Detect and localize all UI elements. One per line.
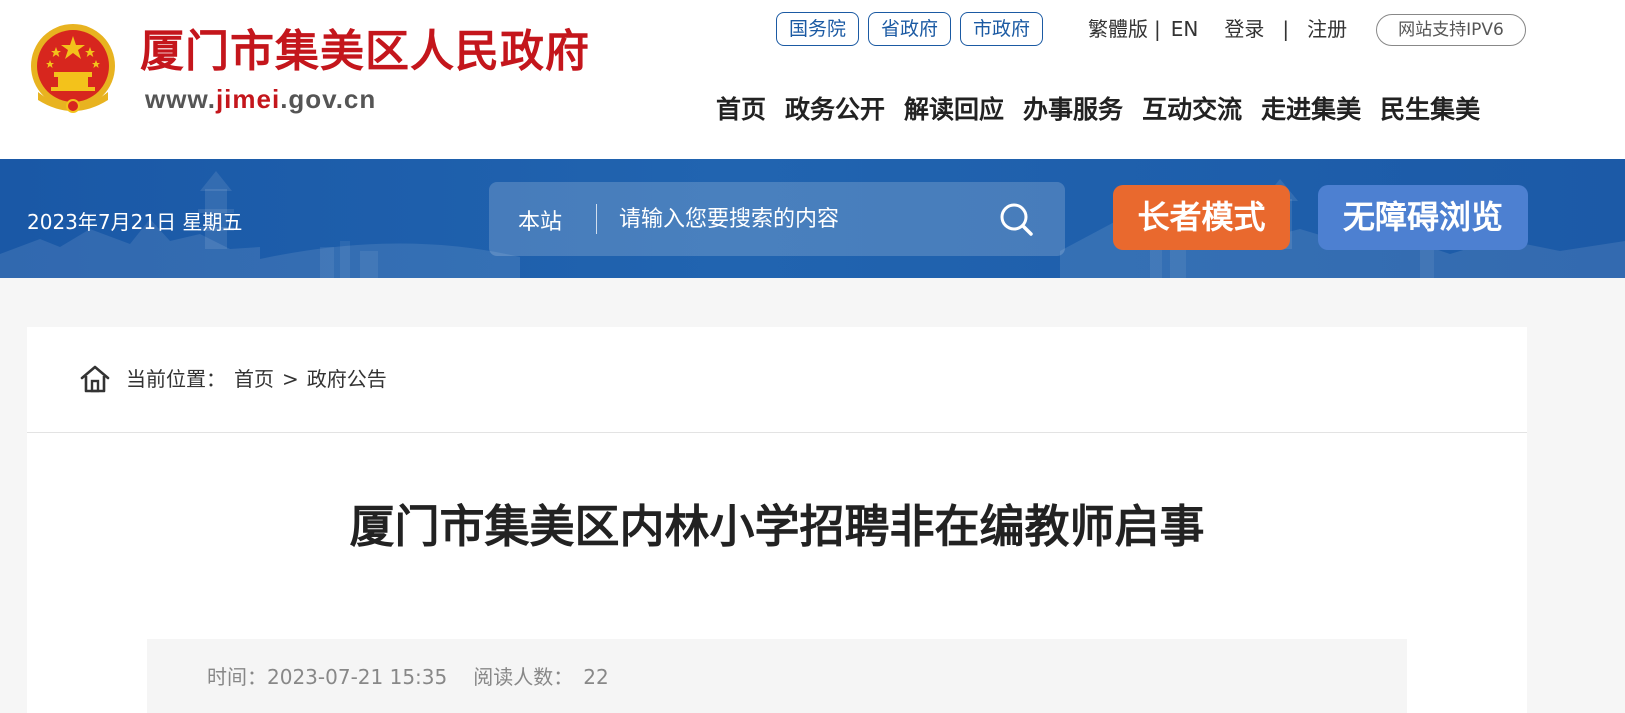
- link-login[interactable]: 登录: [1224, 17, 1264, 41]
- divider: |: [1282, 17, 1290, 41]
- main-nav: 首页 政务公开 解读回应 办事服务 互动交流 走进集美 民生集美: [716, 88, 1480, 132]
- divider: |: [1154, 17, 1161, 41]
- breadcrumb-text: 当前位置： 首页 > 政府公告: [126, 365, 387, 393]
- home-icon: [80, 365, 110, 393]
- publish-time: 2023-07-21 15:35: [267, 665, 448, 689]
- link-province-gov[interactable]: 省政府: [868, 12, 952, 46]
- nav-livelihood[interactable]: 民生集美: [1380, 88, 1480, 132]
- search-input[interactable]: [619, 196, 979, 242]
- nav-services[interactable]: 办事服务: [1023, 88, 1123, 132]
- site-url: www.jimei.gov.cn: [145, 84, 376, 115]
- link-city-gov[interactable]: 市政府: [960, 12, 1044, 46]
- nav-interpretation[interactable]: 解读回应: [904, 88, 1004, 132]
- search-divider: [596, 204, 597, 234]
- national-emblem-icon: [31, 24, 115, 113]
- elder-mode-button[interactable]: 长者模式: [1113, 185, 1290, 250]
- gov-links: 国务院 省政府 市政府: [776, 12, 1044, 46]
- site-url-suffix: .gov.cn: [280, 84, 377, 114]
- nav-gov-affairs[interactable]: 政务公开: [785, 88, 885, 132]
- link-register[interactable]: 注册: [1307, 17, 1347, 41]
- breadcrumb-separator: >: [282, 367, 299, 391]
- article-card: 当前位置： 首页 > 政府公告 厦门市集美区内林小学招聘非在编教师启事 时间：2023…: [27, 327, 1527, 713]
- top-links: 繁體版 | EN 登录 | 注册: [1088, 14, 1347, 44]
- article-meta-text: 时间：2023-07-21 15:35 阅读人数： 22: [207, 663, 609, 691]
- banner: 2023年7月21日 星期五 本站 长者模式 无障碍浏览: [0, 159, 1625, 278]
- time-label: 时间：: [207, 665, 267, 689]
- article-meta: 时间：2023-07-21 15:35 阅读人数： 22: [147, 639, 1407, 713]
- search-scope-selector[interactable]: 本站: [518, 204, 562, 236]
- search-bar: 本站: [489, 182, 1065, 256]
- link-english[interactable]: EN: [1171, 17, 1199, 41]
- breadcrumb-home[interactable]: 首页: [234, 367, 274, 391]
- search-icon[interactable]: [997, 200, 1035, 238]
- nav-about-jimei[interactable]: 走进集美: [1261, 88, 1361, 132]
- site-name: 厦门市集美区人民政府: [140, 26, 590, 77]
- breadcrumb-label: 当前位置：: [126, 367, 226, 391]
- ipv6-badge: 网站支持IPV6: [1376, 14, 1526, 46]
- nav-home[interactable]: 首页: [716, 88, 766, 132]
- nav-interaction[interactable]: 互动交流: [1142, 88, 1242, 132]
- site-url-highlight: jimei: [215, 84, 281, 114]
- breadcrumb-current[interactable]: 政府公告: [307, 367, 387, 391]
- views-label: 阅读人数：: [473, 665, 574, 689]
- link-traditional-chinese[interactable]: 繁體版: [1088, 17, 1148, 41]
- views-count: 22: [583, 665, 609, 689]
- site-header: 厦门市集美区人民政府 www.jimei.gov.cn 国务院 省政府 市政府 …: [0, 0, 1625, 159]
- link-state-council[interactable]: 国务院: [776, 12, 860, 46]
- breadcrumb: 当前位置： 首页 > 政府公告: [27, 327, 1527, 433]
- current-date: 2023年7月21日 星期五: [27, 210, 243, 234]
- article-title: 厦门市集美区内林小学招聘非在编教师启事: [349, 500, 1205, 553]
- site-url-prefix: www.: [145, 84, 216, 114]
- accessible-browsing-button[interactable]: 无障碍浏览: [1318, 185, 1528, 250]
